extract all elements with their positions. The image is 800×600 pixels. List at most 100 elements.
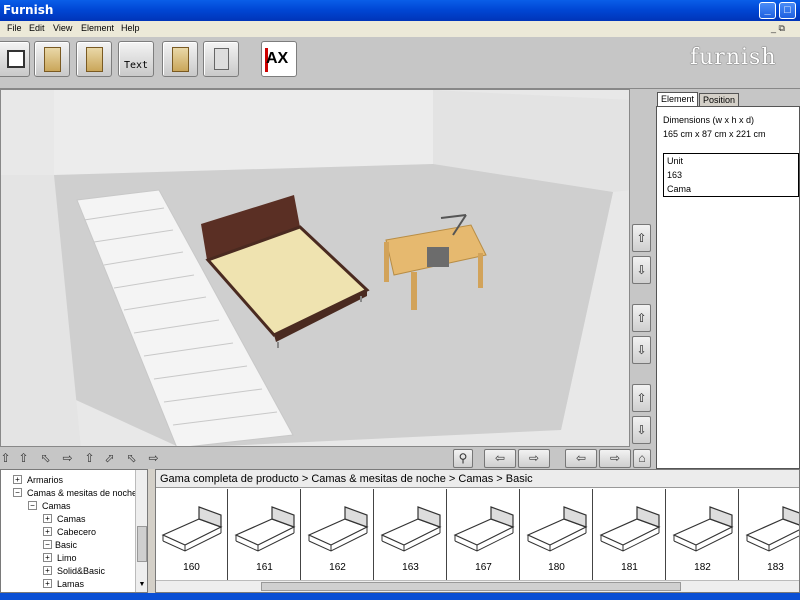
bed-thumbnail-icon <box>672 506 734 552</box>
product-thumbnail[interactable]: 160 <box>156 489 228 581</box>
catalog-scrollbar[interactable] <box>156 580 799 592</box>
product-thumbnails: 160 161 162 163 167 180 181 182 183 <box>156 489 799 581</box>
product-number: 183 <box>767 562 784 573</box>
product-number: 163 <box>402 562 419 573</box>
zoom-search-button[interactable]: ⚲ <box>453 449 473 468</box>
room-scene <box>1 90 629 446</box>
move-right-icon[interactable]: ⇨ <box>59 450 76 467</box>
product-number: 182 <box>694 562 711 573</box>
window-title: Furnish <box>3 3 54 17</box>
lower-element-button[interactable]: ⇩ <box>632 256 651 284</box>
mdi-controls[interactable]: _ ⧉ <box>771 23 785 34</box>
calculator-icon <box>214 48 229 70</box>
product-thumbnail[interactable]: 167 <box>448 489 520 581</box>
bed-thumbnail-icon <box>234 506 296 552</box>
move-diag-icon[interactable]: ⬀ <box>101 450 118 467</box>
scrollbar-thumb[interactable] <box>137 526 147 562</box>
menu-view[interactable]: View <box>53 23 72 33</box>
left-arrow-icon: ⇦ <box>575 451 587 465</box>
down-arrow-icon: ⇩ <box>636 423 647 437</box>
product-thumbnail[interactable]: 162 <box>302 489 374 581</box>
panel-tool-button[interactable] <box>203 41 239 77</box>
info-line: Cama <box>667 184 692 194</box>
tree-item-limo[interactable]: + Limo <box>43 552 77 564</box>
bed-thumbnail-icon <box>526 506 588 552</box>
product-thumbnail[interactable]: 183 <box>740 489 799 581</box>
raise-element-button[interactable]: ⇧ <box>632 224 651 252</box>
tree-item-cabecero[interactable]: + Cabecero <box>43 526 96 538</box>
tree-item-camas[interactable]: − Camas <box>28 500 71 512</box>
rotate-right-button[interactable]: ⇨ <box>599 449 631 468</box>
ax-button[interactable]: AX <box>261 41 297 77</box>
menu-edit[interactable]: Edit <box>29 23 45 33</box>
product-thumbnail[interactable]: 180 <box>521 489 593 581</box>
move-down-button[interactable]: ⇩ <box>632 336 651 364</box>
properties-panel: Element Position Dimensions (w x h x d) … <box>653 89 800 469</box>
tree-item-label: Camas & mesitas de noche <box>27 488 138 498</box>
tab-element[interactable]: Element <box>657 92 699 107</box>
text-tool-button[interactable]: Text <box>118 41 154 77</box>
collapse-icon[interactable]: − <box>43 540 52 549</box>
door-tool-button[interactable] <box>76 41 112 77</box>
pan-right-button[interactable]: ⇨ <box>518 449 550 468</box>
tilt-up-button[interactable]: ⇧ <box>632 384 651 412</box>
tilt-down-button[interactable]: ⇩ <box>632 416 651 444</box>
expand-icon[interactable]: + <box>13 475 22 484</box>
rotate-left-button[interactable]: ⇦ <box>565 449 597 468</box>
expand-icon[interactable]: + <box>43 514 52 523</box>
bed-thumbnail-icon <box>599 506 661 552</box>
pan-left-button[interactable]: ⇦ <box>484 449 516 468</box>
rotate-left-icon[interactable]: ⇧ <box>0 450 14 467</box>
tree-item-camas-sub[interactable]: + Camas <box>43 513 86 525</box>
move-up-icon[interactable]: ⇧ <box>81 450 98 467</box>
edit-tool-button[interactable] <box>0 41 30 77</box>
expand-icon[interactable]: + <box>43 527 52 536</box>
tree-item-armarios[interactable]: + Armarios <box>13 474 63 486</box>
product-number: 181 <box>621 562 638 573</box>
up-arrow-icon: ⇧ <box>636 391 647 405</box>
bed-thumbnail-icon <box>453 506 515 552</box>
pan-right-icon[interactable]: ⇨ <box>145 450 162 467</box>
maximize-button[interactable]: □ <box>779 2 796 19</box>
home-view-button[interactable]: ⌂ <box>633 449 651 468</box>
menu-file[interactable]: File <box>7 23 22 33</box>
orbit-icon[interactable]: ⬁ <box>123 450 140 467</box>
move-up-button[interactable]: ⇧ <box>632 304 651 332</box>
product-number: 160 <box>183 562 200 573</box>
tree-item-solid-basic[interactable]: + Solid&Basic <box>43 565 105 577</box>
expand-icon[interactable]: + <box>43 553 52 562</box>
up-arrow-icon: ⇧ <box>636 311 647 325</box>
product-thumbnail[interactable]: 161 <box>229 489 301 581</box>
menu-element[interactable]: Element <box>81 23 114 33</box>
tree-item-basic[interactable]: − Basic <box>43 539 77 551</box>
scrollbar-thumb[interactable] <box>261 582 681 591</box>
product-thumbnail[interactable]: 163 <box>375 489 447 581</box>
product-thumbnail[interactable]: 182 <box>667 489 739 581</box>
menu-help[interactable]: Help <box>121 23 140 33</box>
product-thumbnail[interactable]: 181 <box>594 489 666 581</box>
down-arrow-icon: ⇩ <box>636 343 647 357</box>
expand-icon[interactable]: + <box>43 579 52 588</box>
tree-item-camas-mesitas[interactable]: − Camas & mesitas de noche <box>13 487 137 499</box>
tree-item-label: Camas <box>42 501 71 511</box>
tree-item-label: Camas <box>57 514 86 524</box>
scroll-down-icon[interactable]: ▼ <box>137 581 147 591</box>
collapse-icon[interactable]: − <box>28 501 37 510</box>
category-tree: + Armarios − Camas & mesitas de noche − … <box>0 469 148 593</box>
rotate-up-icon[interactable]: ⇧ <box>15 450 32 467</box>
minimize-button[interactable]: _ <box>759 2 776 19</box>
magnifier-icon: ⚲ <box>458 451 468 465</box>
info-line: Unit <box>667 156 684 166</box>
room-3d-view[interactable] <box>0 89 630 447</box>
tree-item-label: Lamas <box>57 579 85 589</box>
wardrobe-tool-button[interactable] <box>34 41 70 77</box>
element-info-box: Unit 163 Cama <box>663 153 799 197</box>
cabinet-tool-button[interactable] <box>162 41 198 77</box>
expand-icon[interactable]: + <box>43 566 52 575</box>
ax-label: AX <box>266 50 289 67</box>
rotate-diag-icon[interactable]: ⬁ <box>37 450 54 467</box>
tab-position[interactable]: Position <box>699 93 740 107</box>
tree-scrollbar[interactable]: ▼ <box>135 470 147 592</box>
tree-item-lamas[interactable]: + Lamas <box>43 578 84 590</box>
collapse-icon[interactable]: − <box>13 488 22 497</box>
